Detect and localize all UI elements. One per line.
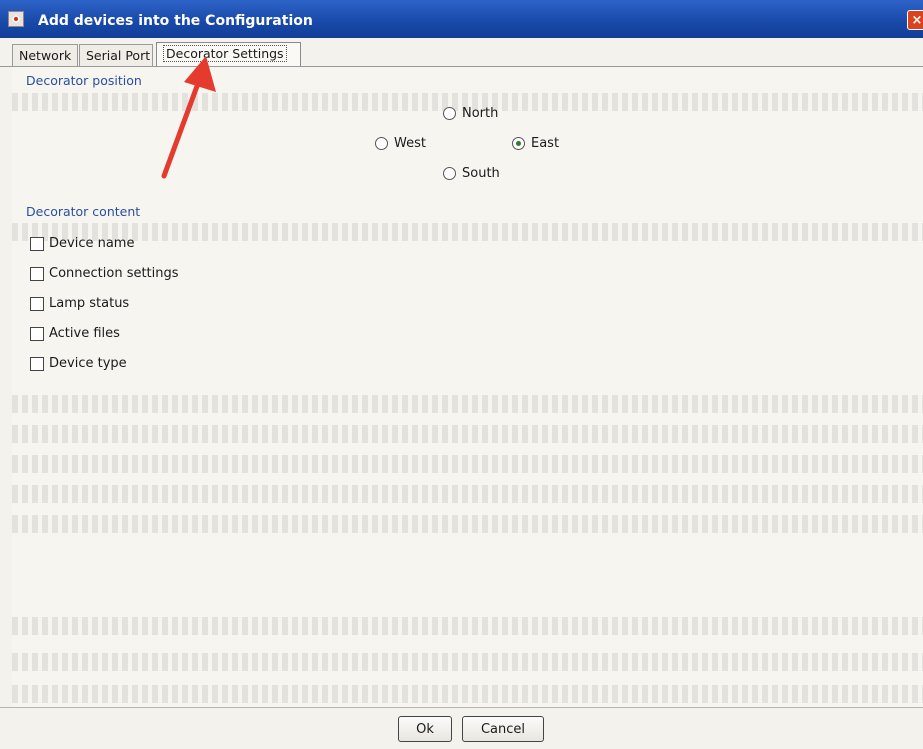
checkbox-device-name-label: Device name [49,236,135,251]
background-texture [12,485,923,503]
red-arrow-icon [161,56,216,179]
checkbox-active-files[interactable]: Active files [30,326,120,341]
radio-east-indicator [512,137,525,150]
background-texture [12,515,923,533]
radio-west-label: West [394,136,426,151]
window-title: Add devices into the Configuration [38,13,313,29]
checkbox-device-type-label: Device type [49,356,127,371]
checkbox-lamp-status-label: Lamp status [49,296,130,311]
checkbox-connection-settings[interactable]: Connection settings [30,266,179,281]
checkbox-connection-settings-box [30,266,44,281]
radio-east-label: East [531,136,560,151]
background-texture [12,617,923,635]
checkbox-lamp-status[interactable]: Lamp status [30,296,129,311]
checkbox-device-name[interactable]: Device name [30,236,134,251]
checkbox-device-name-box [30,236,44,251]
radio-west[interactable]: West [375,136,426,151]
tab-network[interactable]: Network [12,44,78,66]
title-bar: Add devices into the Configuration × [0,0,923,38]
decorator-position-heading: Decorator position [26,73,142,88]
ok-button[interactable]: Ok [398,716,452,742]
checkbox-lamp-status-box [30,296,44,311]
background-texture [12,425,923,443]
checkbox-active-files-label: Active files [49,326,120,341]
tab-serial-port[interactable]: Serial Port [79,44,153,66]
checkbox-connection-settings-label: Connection settings [49,266,179,281]
radio-south[interactable]: South [443,166,500,181]
close-icon[interactable]: × [907,10,923,30]
checkbox-active-files-box [30,326,44,341]
decorator-settings-panel: Decorator position North West East South… [12,67,923,707]
background-texture [12,685,923,703]
decorator-content-heading: Decorator content [26,204,141,219]
app-icon [8,11,24,27]
button-divider [0,707,923,708]
radio-west-indicator [375,137,388,150]
checkbox-device-type[interactable]: Device type [30,356,127,371]
radio-south-label: South [462,166,500,181]
checkbox-device-type-box [30,356,44,371]
radio-north-indicator [443,107,456,120]
background-texture [12,395,923,413]
background-texture [12,223,923,241]
radio-east[interactable]: East [512,136,559,151]
radio-north[interactable]: North [443,106,498,121]
radio-north-label: North [462,106,499,121]
background-texture [12,455,923,473]
background-texture [12,653,923,671]
radio-south-indicator [443,167,456,180]
cancel-button[interactable]: Cancel [462,716,544,742]
